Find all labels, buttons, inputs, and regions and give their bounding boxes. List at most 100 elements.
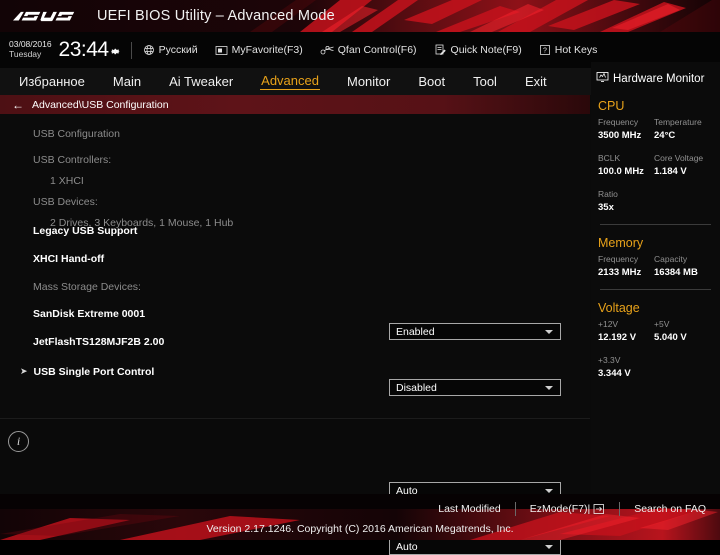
row-sandisk-extreme[interactable]: SanDisk Extreme 0001 Auto (0, 300, 590, 499)
metric-value: 3500 MHz (598, 129, 642, 141)
section-cpu: CPU (598, 99, 625, 113)
label-usb-devices: USB Devices: (33, 195, 98, 208)
footer-links: Last Modified EzMode(F7)| Search on FAQ (438, 494, 720, 523)
metric-key: Capacity (654, 254, 688, 264)
label-sandisk-extreme: SanDisk Extreme 0001 (33, 307, 146, 320)
breadcrumb[interactable]: ← Advanced\USB Configuration (0, 95, 590, 114)
metric-value: 16384 MB (654, 266, 698, 278)
row-legacy-usb-support[interactable]: Legacy USB Support Enabled (0, 217, 590, 340)
metric-key: Frequency (598, 117, 639, 127)
label-xhci-count: 1 XHCI (50, 174, 84, 187)
clock: 23:44 (59, 38, 121, 63)
metric-value: 12.192 V (598, 331, 637, 343)
hot-keys-label: Hot Keys (554, 44, 598, 56)
section-voltage: Voltage (598, 301, 640, 315)
hardware-monitor-header: Hardware Monitor (596, 70, 720, 88)
uefi-bios-window: UEFI BIOS Utility – Advanced Mode 03/08/… (0, 0, 720, 555)
metric-key: +3.3V (598, 355, 621, 365)
metric-bclk: BCLK 100.0 MHz (598, 152, 654, 179)
ezmode-button[interactable]: EzMode(F7)| (530, 503, 606, 515)
svg-text:?: ? (543, 48, 547, 55)
label-usb-configuration: USB Configuration (33, 127, 120, 140)
row-mass-storage-devices: Mass Storage Devices: (0, 273, 590, 300)
chevron-down-icon (545, 545, 553, 549)
tab-exit[interactable]: Exit (524, 74, 548, 89)
last-modified-label: Last Modified (438, 502, 501, 515)
memory-metrics-row: Frequency 2133 MHz Capacity 16384 MB (598, 253, 720, 280)
metric-value: 3.344 V (598, 367, 631, 379)
footer-divider (619, 501, 621, 516)
metric-key: BCLK (598, 153, 621, 163)
back-arrow-icon[interactable]: ← (12, 99, 24, 111)
search-on-faq-label: Search on FAQ (634, 502, 706, 515)
quick-note-button[interactable]: Quick Note(F9) (434, 44, 522, 56)
title-bar: UEFI BIOS Utility – Advanced Mode (0, 0, 720, 32)
metric-key: Core Voltage (654, 153, 704, 163)
label-jetflash: JetFlashTS128MJF2B 2.00 (33, 335, 165, 348)
submenu-arrow-icon: ➤ (20, 366, 28, 376)
globe-icon (143, 44, 155, 56)
asus-logo (13, 11, 75, 21)
row-usb-single-port-control[interactable]: ➤ USB Single Port Control (0, 358, 590, 385)
cpu-metrics-row-2: BCLK 100.0 MHz Core Voltage 1.184 V (598, 152, 720, 179)
metric-value: 100.0 MHz (598, 165, 644, 177)
metric-value: 2133 MHz (598, 266, 642, 278)
section-memory: Memory (598, 236, 644, 250)
metric-key: Frequency (598, 254, 639, 264)
gear-icon[interactable] (110, 39, 121, 63)
settings-panel: USB Configuration USB Controllers: 1 XHC… (0, 114, 590, 555)
tab-monitor[interactable]: Monitor (346, 74, 391, 89)
metric-key: Temperature (654, 117, 702, 127)
language-button[interactable]: Русский (143, 44, 198, 56)
footer-divider (514, 501, 516, 516)
qfan-label: Qfan Control(F6) (337, 44, 417, 56)
hardware-monitor-title: Hardware Monitor (613, 73, 705, 85)
tab-ai-tweaker[interactable]: Ai Tweaker (168, 74, 234, 89)
row-xhci-hand-off[interactable]: XHCI Hand-off Disabled (0, 245, 590, 396)
cpu-metrics-row-1: Frequency 3500 MHz Temperature 24°C (598, 116, 720, 143)
metric-key: +12V (598, 319, 619, 329)
cpu-metrics-row-3: Ratio 35x (598, 188, 720, 215)
metric-ratio: Ratio 35x (598, 188, 654, 215)
search-on-faq-button[interactable]: Search on FAQ (634, 503, 706, 515)
copyright-text: Version 2.17.1246. Copyright (C) 2016 Am… (206, 523, 514, 535)
metric-12v: +12V 12.192 V (598, 318, 654, 345)
chevron-down-icon (545, 489, 553, 493)
last-modified-button[interactable]: Last Modified (438, 503, 500, 515)
tab-advanced[interactable]: Advanced (260, 73, 320, 90)
label-usb-single-port-control: USB Single Port Control (33, 365, 155, 378)
myfavorite-label: MyFavorite(F3) (231, 44, 303, 56)
myfavorite-icon (215, 45, 228, 56)
tab-main[interactable]: Main (112, 74, 142, 89)
metric-temperature: Temperature 24°C (654, 116, 710, 143)
label-legacy-usb-support: Legacy USB Support (33, 224, 138, 237)
window-title: UEFI BIOS Utility – Advanced Mode (97, 8, 335, 24)
datetime-display: 03/08/2016 Tuesday (9, 40, 52, 59)
toolbar-divider (130, 41, 132, 59)
tab-tool[interactable]: Tool (472, 74, 498, 89)
breadcrumb-path: Advanced\USB Configuration (32, 98, 169, 111)
question-box-icon: ? (539, 44, 551, 56)
footer-bar: OVERCLOCKERS Last Modified EzMode(F7)| S… (0, 494, 720, 540)
metric-value: 35x (598, 201, 614, 213)
note-icon (434, 44, 447, 56)
ezmode-label: EzMode(F7)| (529, 502, 591, 515)
dropdown-jetflash[interactable]: Auto (389, 538, 561, 555)
information-button[interactable]: i (8, 431, 29, 452)
content-divider (0, 418, 590, 419)
hot-keys-button[interactable]: ? Hot Keys (539, 44, 598, 56)
time-text: 23:44 (58, 37, 110, 61)
language-label: Русский (158, 44, 198, 56)
qfan-control-button[interactable]: Qfan Control(F6) (320, 44, 417, 56)
fan-icon (320, 44, 334, 56)
panel-divider (600, 289, 711, 290)
metric-key: Ratio (598, 189, 618, 199)
metric-value: 24°C (654, 129, 676, 141)
dropdown-jetflash-value: Auto (396, 540, 418, 553)
voltage-metrics-row-2: +3.3V 3.344 V (598, 354, 720, 381)
tab-boot[interactable]: Boot (417, 74, 446, 89)
tab-favorites[interactable]: Избранное (18, 74, 86, 89)
myfavorite-button[interactable]: MyFavorite(F3) (215, 44, 303, 56)
metric-3v3: +3.3V 3.344 V (598, 354, 654, 381)
row-jetflash[interactable]: JetFlashTS128MJF2B 2.00 Auto (0, 328, 590, 555)
